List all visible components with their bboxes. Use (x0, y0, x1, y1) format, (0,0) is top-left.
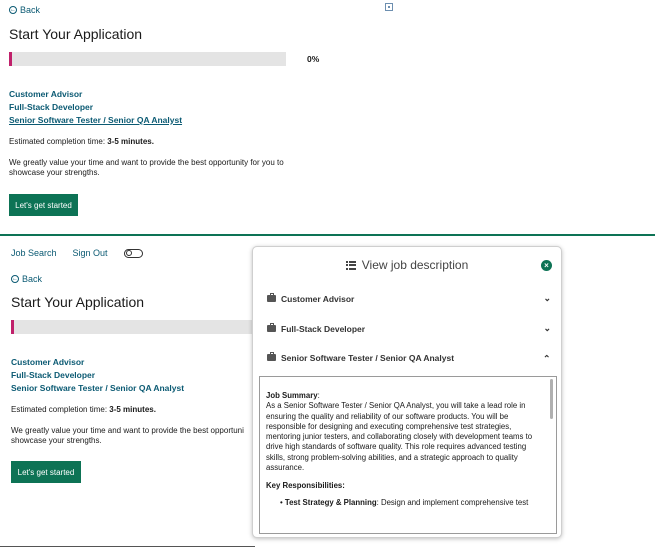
sign-out-link[interactable]: Sign Out (73, 248, 108, 258)
progress-marker (11, 320, 14, 334)
job-summary-text: As a Senior Software Tester / Senior QA … (266, 401, 533, 473)
chevron-up-icon: ⌄ (543, 353, 551, 363)
job-description-panel: View job description × Customer Advisor … (252, 246, 562, 538)
chevron-down-icon: ⌄ (543, 323, 551, 333)
toggle-switch[interactable] (123, 248, 143, 258)
top-nav: Job Search Sign Out (11, 248, 143, 258)
job-search-link[interactable]: Job Search (11, 248, 57, 258)
start-button-bottom[interactable]: Let's get started (11, 461, 81, 483)
page-title-bottom: Start Your Application (11, 294, 145, 310)
briefcase-icon (267, 323, 276, 332)
job-list-top: Customer Advisor Full-Stack Developer Se… (9, 88, 182, 127)
job-description-content[interactable]: Job Summary: As a Senior Software Tester… (259, 376, 557, 534)
value-text-top: We greatly value your time and want to p… (9, 158, 284, 177)
toggle-knob (125, 250, 132, 256)
accordion-item-full-stack-developer[interactable]: Full-Stack Developer ⌄ (267, 323, 551, 334)
scrollbar-thumb[interactable] (550, 379, 553, 419)
estimated-time-bottom: Estimated completion time: 3-5 minutes. (11, 405, 156, 414)
job-link-senior-software-tester[interactable]: Senior Software Tester / Senior QA Analy… (9, 114, 182, 127)
back-link-bottom[interactable]: ← Back (11, 274, 42, 284)
responsibility-item: • Test Strategy & Planning: Design and i… (280, 497, 529, 507)
list-icon (345, 260, 356, 270)
job-link-customer-advisor[interactable]: Customer Advisor (11, 356, 184, 369)
progress-percent: 0% (307, 54, 320, 64)
progress-bar-top (9, 52, 286, 66)
back-link-top[interactable]: ← Back (9, 5, 40, 15)
section-divider (0, 234, 655, 236)
briefcase-icon (267, 352, 276, 361)
page-title-top: Start Your Application (9, 26, 143, 42)
briefcase-icon (267, 293, 276, 302)
bottom-rule (0, 546, 255, 547)
back-arrow-icon: ← (9, 6, 17, 14)
expand-icon[interactable] (385, 3, 393, 11)
accordion-item-senior-software-tester[interactable]: Senior Software Tester / Senior QA Analy… (267, 352, 551, 363)
back-arrow-icon: ← (11, 275, 19, 283)
close-icon[interactable]: × (541, 260, 552, 271)
progress-marker (9, 52, 12, 66)
job-link-full-stack-developer[interactable]: Full-Stack Developer (11, 369, 184, 382)
key-responsibilities-heading: Key Responsibilities: (266, 481, 345, 491)
progress-bar-bottom (11, 320, 253, 334)
job-summary: Job Summary: (266, 391, 320, 400)
panel-header: View job description (253, 258, 561, 272)
value-text-bottom: We greatly value your time and want to p… (11, 426, 244, 445)
job-list-bottom: Customer Advisor Full-Stack Developer Se… (11, 356, 184, 395)
accordion-item-customer-advisor[interactable]: Customer Advisor ⌄ (267, 293, 551, 304)
start-button-top[interactable]: Let's get started (9, 194, 78, 216)
job-link-senior-software-tester[interactable]: Senior Software Tester / Senior QA Analy… (11, 382, 184, 395)
chevron-down-icon: ⌄ (543, 293, 551, 303)
job-link-customer-advisor[interactable]: Customer Advisor (9, 88, 182, 101)
job-link-full-stack-developer[interactable]: Full-Stack Developer (9, 101, 182, 114)
panel-title: View job description (361, 258, 469, 272)
estimated-time-top: Estimated completion time: 3-5 minutes. (9, 137, 154, 146)
